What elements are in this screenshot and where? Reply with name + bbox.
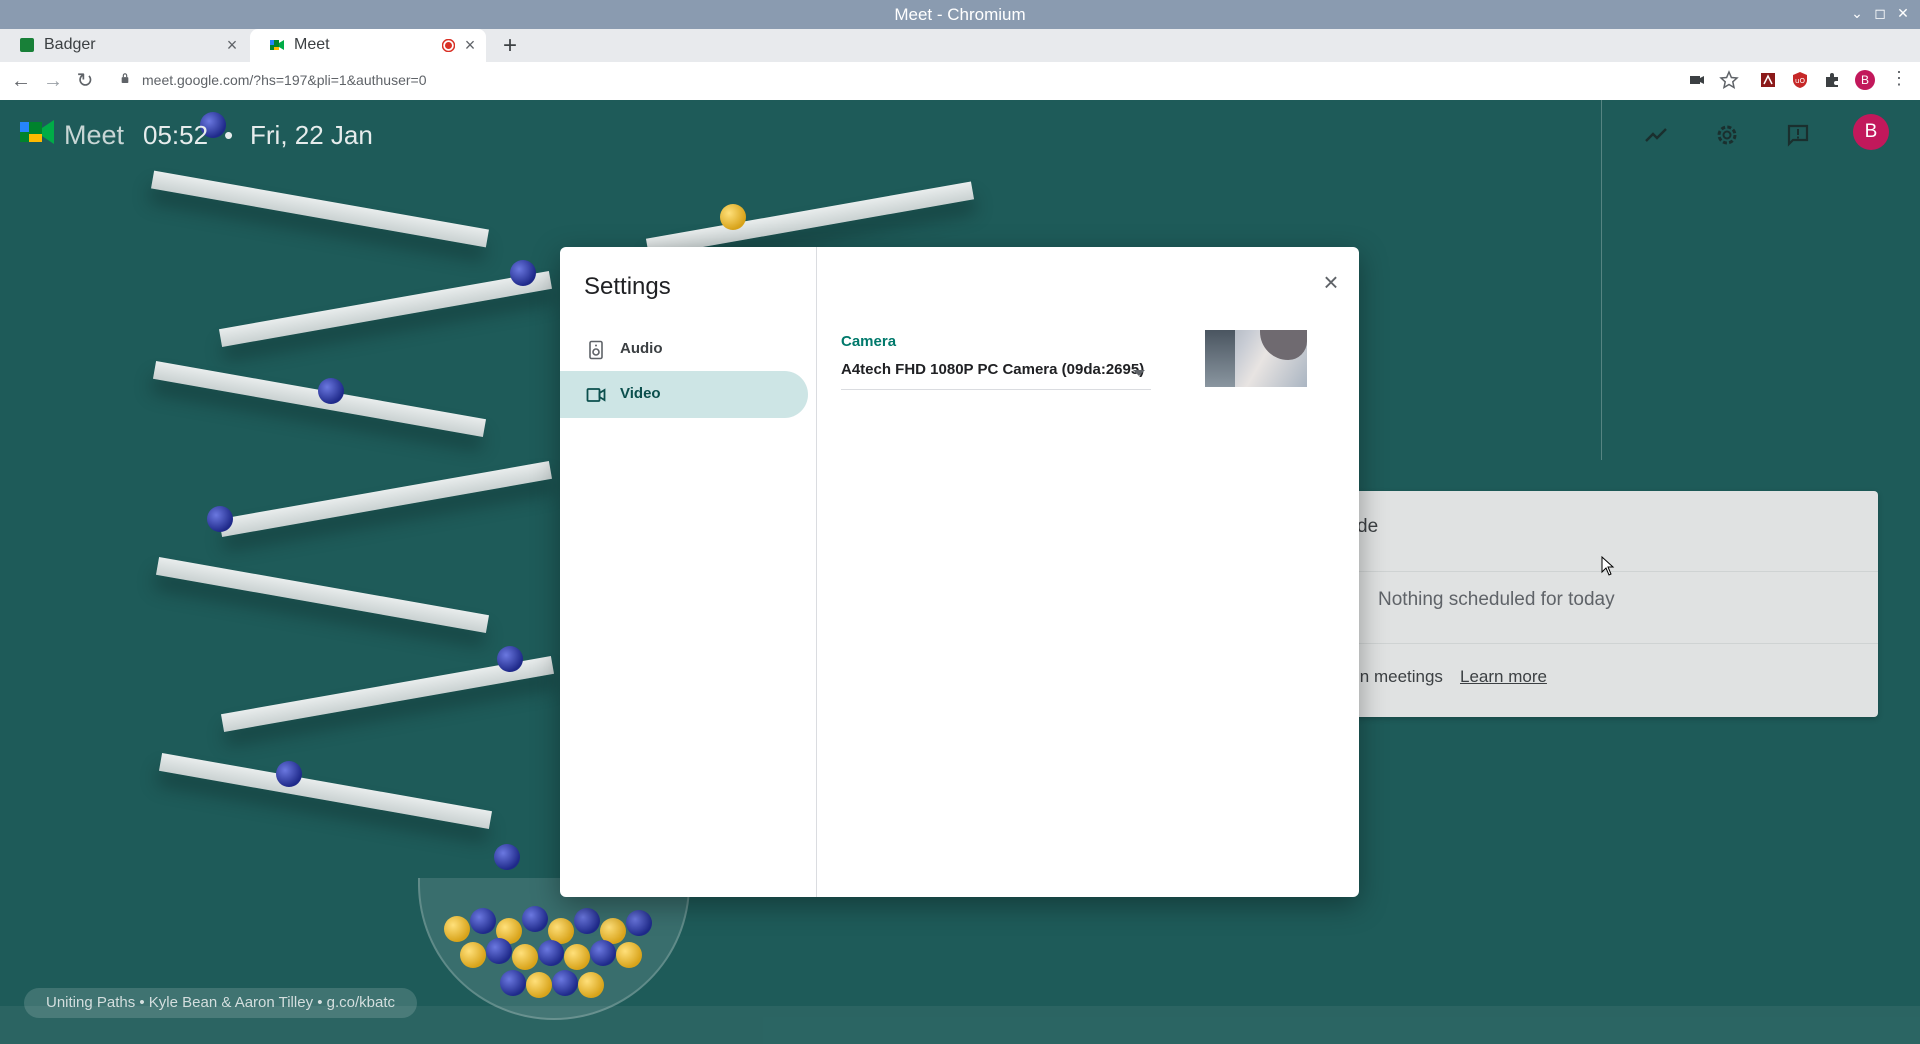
reload-icon[interactable]: ↻ [72, 68, 98, 94]
artwork-ball [720, 204, 746, 230]
artwork-ball [578, 972, 604, 998]
settings-nav-video[interactable]: Video [560, 371, 808, 418]
artwork-beam [218, 271, 553, 347]
maximize-icon[interactable]: ◻ [1871, 4, 1889, 22]
mouse-cursor-icon [1601, 556, 1615, 576]
artwork-ball [318, 378, 344, 404]
card-title-fragment: de [1357, 516, 1379, 537]
camera-in-use-icon[interactable] [1687, 70, 1707, 90]
artwork-beam [152, 361, 487, 437]
artwork-ball [470, 908, 496, 934]
settings-sidebar: Settings Audio Video [560, 247, 817, 897]
close-dialog-icon[interactable]: × [1316, 267, 1346, 297]
artwork-beam [218, 461, 553, 537]
artwork-ball [486, 938, 512, 964]
meeting-info-card: de Nothing scheduled for today in meetin… [1340, 491, 1878, 717]
schedule-text: Nothing scheduled for today [1378, 589, 1615, 610]
url-text: meet.google.com/?hs=197&pli=1&authuser=0 [142, 72, 427, 88]
artwork-ball [207, 506, 233, 532]
artwork-bowl [418, 878, 690, 1020]
camera-preview [1205, 330, 1307, 387]
tab-strip: Badger × Meet × + [0, 29, 1920, 62]
preview-shade [1205, 330, 1235, 387]
recording-icon [442, 39, 455, 52]
profile-avatar[interactable]: B [1855, 70, 1875, 90]
trending-icon[interactable] [1643, 122, 1669, 148]
extension-red-icon[interactable] [1758, 70, 1778, 90]
meetings-text: in meetings [1356, 667, 1443, 686]
tab-meet[interactable]: Meet × [250, 29, 486, 62]
sheets-icon [20, 38, 34, 52]
lock-icon [121, 73, 129, 83]
tab-badger[interactable]: Badger × [0, 29, 248, 62]
artwork-ball [510, 260, 536, 286]
artwork-ball [512, 944, 538, 970]
artwork-ball [460, 942, 486, 968]
tab-label: Badger [44, 36, 96, 53]
close-icon[interactable]: ✕ [1894, 4, 1912, 22]
artwork-ball [616, 942, 642, 968]
artwork-ball [522, 906, 548, 932]
artwork-ball [276, 761, 302, 787]
extensions-puzzle-icon[interactable] [1822, 70, 1842, 90]
tab-label: Meet [294, 36, 330, 53]
minimize-icon[interactable]: ⌄ [1848, 4, 1866, 22]
back-icon[interactable]: ← [8, 68, 34, 94]
camera-select-value: A4tech FHD 1080P PC Camera (09da:2695) [841, 361, 1145, 378]
address-bar[interactable]: meet.google.com/?hs=197&pli=1&authuser=0 [110, 66, 1750, 96]
artwork-ball [564, 944, 590, 970]
artwork-ball [538, 940, 564, 966]
feedback-icon[interactable] [1785, 122, 1811, 148]
settings-dialog: Settings Audio Video × Camera A4tech FHD… [560, 247, 1359, 897]
artwork-ball [500, 970, 526, 996]
current-date: Fri, 22 Jan [250, 120, 373, 150]
artwork-ball [494, 844, 520, 870]
artwork-beam [155, 557, 490, 633]
nav-label: Audio [620, 340, 663, 357]
close-icon[interactable]: × [224, 35, 240, 56]
settings-nav-audio[interactable]: Audio [560, 326, 808, 373]
artwork-attribution[interactable]: Uniting Paths • Kyle Bean & Aaron Tilley… [24, 988, 418, 1018]
account-avatar[interactable]: B [1853, 114, 1889, 150]
forward-icon[interactable]: → [40, 68, 66, 94]
bookmark-star-icon[interactable] [1719, 70, 1739, 90]
camera-select[interactable]: A4tech FHD 1080P PC Camera (09da:2695) [841, 359, 1151, 390]
current-time: 05:52 [143, 120, 209, 150]
svg-text:uO: uO [1795, 77, 1805, 85]
dialog-title: Settings [584, 273, 671, 300]
meet-icon [270, 40, 284, 50]
artwork-beam [158, 753, 493, 829]
settings-icon[interactable] [1714, 122, 1740, 148]
browser-toolbar: ← → ↻ meet.google.com/?hs=197&pli=1&auth… [0, 62, 1920, 101]
window-title: Meet - Chromium [894, 5, 1026, 24]
videocam-icon [586, 388, 606, 402]
learn-more-link[interactable]: Learn more [1460, 667, 1547, 687]
artwork-ball [574, 908, 600, 934]
window-titlebar: Meet - Chromium ⌄ ◻ ✕ [0, 0, 1920, 29]
artwork-ball [590, 940, 616, 966]
artwork-ball [626, 910, 652, 936]
camera-label: Camera [841, 333, 897, 350]
meet-logo-icon [20, 120, 54, 144]
new-tab-icon[interactable]: + [498, 32, 522, 60]
time-date-separator: • [224, 120, 234, 150]
artwork-beam [151, 170, 489, 248]
menu-kebab-icon[interactable]: ⋮ [1890, 68, 1908, 89]
artwork-ball [497, 646, 523, 672]
dropdown-arrow-icon [1133, 370, 1145, 376]
artwork-ball [444, 916, 470, 942]
artwork-beam [645, 181, 975, 257]
close-icon[interactable]: × [462, 35, 478, 56]
nav-label: Video [620, 385, 661, 402]
divider [1601, 100, 1602, 460]
artwork-ball [552, 970, 578, 996]
artwork-ball [526, 972, 552, 998]
app-name: Meet [64, 120, 125, 150]
preview-shade [1260, 330, 1307, 360]
speaker-icon [589, 340, 603, 360]
ublock-icon[interactable]: uO [1790, 70, 1810, 90]
